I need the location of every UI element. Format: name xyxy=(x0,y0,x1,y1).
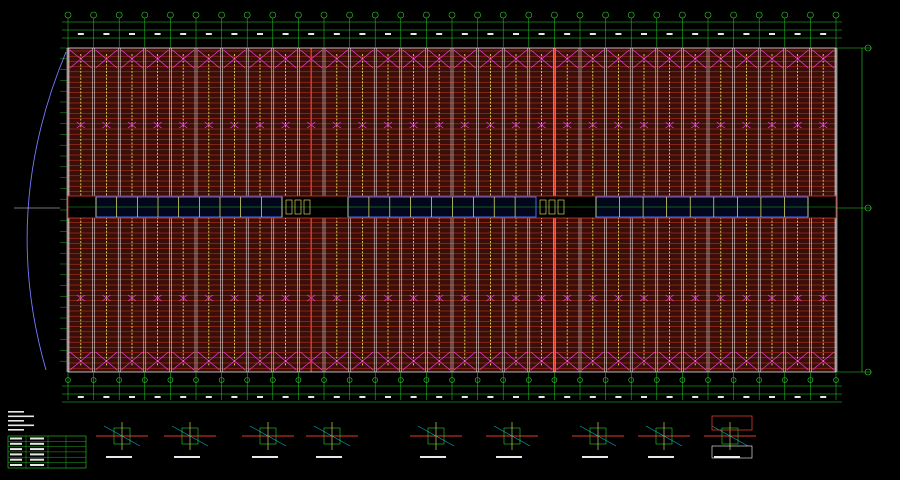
legend-text-mark xyxy=(10,464,22,466)
dimension-text-mark xyxy=(154,396,161,398)
dimension-text-mark xyxy=(666,33,673,35)
dimension-text-mark xyxy=(743,396,750,398)
dimension-text-mark xyxy=(794,33,801,35)
horizontal-bracing-strip xyxy=(67,195,837,219)
note-text-mark xyxy=(8,429,24,431)
legend-text-mark xyxy=(30,453,44,456)
dimension-text-mark xyxy=(717,396,724,398)
dimension-text-mark xyxy=(794,396,801,398)
legend-text-mark xyxy=(10,442,22,445)
dimension-text-mark xyxy=(487,33,494,35)
dimension-text-mark xyxy=(231,396,238,398)
dimension-text-mark xyxy=(641,396,647,398)
dimension-text-mark xyxy=(103,33,110,35)
dimension-text-mark xyxy=(410,396,417,398)
dimension-text-mark xyxy=(820,396,827,398)
dimension-text-mark xyxy=(666,396,673,398)
legend-text-mark xyxy=(30,464,44,466)
roof-plan-area xyxy=(60,11,842,403)
dimension-text-mark xyxy=(641,33,647,35)
dimension-text-mark xyxy=(743,33,750,35)
dimension-text-mark xyxy=(564,33,571,35)
dimension-text-mark xyxy=(129,396,135,398)
dimension-text-mark xyxy=(538,33,545,35)
dimension-text-mark xyxy=(205,33,212,35)
dimension-text-mark xyxy=(205,396,212,398)
dimension-text-mark xyxy=(538,396,545,398)
detail-caption-mark xyxy=(106,456,132,458)
legend-text-mark xyxy=(10,448,22,451)
dimension-text-mark xyxy=(692,33,699,35)
legend-text-mark xyxy=(30,442,44,445)
legend-text-mark xyxy=(10,437,22,440)
structural-roof-plan xyxy=(0,0,900,480)
dimension-text-mark xyxy=(154,33,161,35)
dimension-text-mark xyxy=(436,396,443,398)
dimension-text-mark xyxy=(308,33,315,35)
dimension-text-mark xyxy=(103,396,110,398)
legend-text-mark xyxy=(10,453,22,456)
dimension-text-mark xyxy=(385,396,391,398)
dimension-text-mark xyxy=(231,33,238,35)
dimension-text-mark xyxy=(487,396,494,398)
detail-caption-mark xyxy=(582,456,608,458)
dimension-text-mark xyxy=(359,33,366,35)
dimension-text-mark xyxy=(257,396,263,398)
dimension-text-mark xyxy=(589,33,596,35)
dimension-text-mark xyxy=(461,396,468,398)
dimension-text-mark xyxy=(436,33,443,35)
dimension-text-mark xyxy=(615,33,622,35)
dimension-text-mark xyxy=(308,396,315,398)
dimension-text-mark xyxy=(359,396,366,398)
detail-caption-mark xyxy=(420,456,446,458)
dimension-text-mark xyxy=(410,33,417,35)
dimension-text-mark xyxy=(589,396,596,398)
dimension-text-mark xyxy=(564,396,571,398)
note-text-mark xyxy=(8,424,34,427)
dimension-text-mark xyxy=(333,396,340,398)
dimension-text-mark xyxy=(692,396,699,398)
dimension-text-mark xyxy=(129,33,135,35)
legend-text-mark xyxy=(10,458,22,461)
legend-text-mark xyxy=(30,458,44,461)
detail-caption-mark xyxy=(648,456,674,458)
dimension-text-mark xyxy=(282,33,289,35)
note-text-mark xyxy=(8,411,24,413)
dimension-text-mark xyxy=(385,33,391,35)
dimension-text-mark xyxy=(333,33,340,35)
legend-text-mark xyxy=(30,437,44,440)
legend-text-mark xyxy=(30,448,44,451)
dimension-text-mark xyxy=(282,396,289,398)
detail-caption-mark xyxy=(174,456,200,458)
detail-caption-mark xyxy=(316,456,342,458)
dimension-text-mark xyxy=(257,33,263,35)
dimension-text-mark xyxy=(820,33,827,35)
dimension-text-mark xyxy=(461,33,468,35)
dimension-text-mark xyxy=(513,396,519,398)
dimension-text-mark xyxy=(615,396,622,398)
dimension-text-mark xyxy=(77,396,84,398)
dimension-text-mark xyxy=(717,33,724,35)
note-text-mark xyxy=(8,420,24,422)
dimension-text-mark xyxy=(513,33,519,35)
dimension-text-mark xyxy=(769,33,775,35)
dimension-text-mark xyxy=(769,396,775,398)
dimension-text-mark xyxy=(180,396,187,398)
detail-caption-mark xyxy=(496,456,522,458)
detail-caption-mark xyxy=(252,456,278,458)
dimension-text-mark xyxy=(180,33,187,35)
dimension-text-mark xyxy=(77,33,84,35)
note-text-mark xyxy=(8,415,34,418)
